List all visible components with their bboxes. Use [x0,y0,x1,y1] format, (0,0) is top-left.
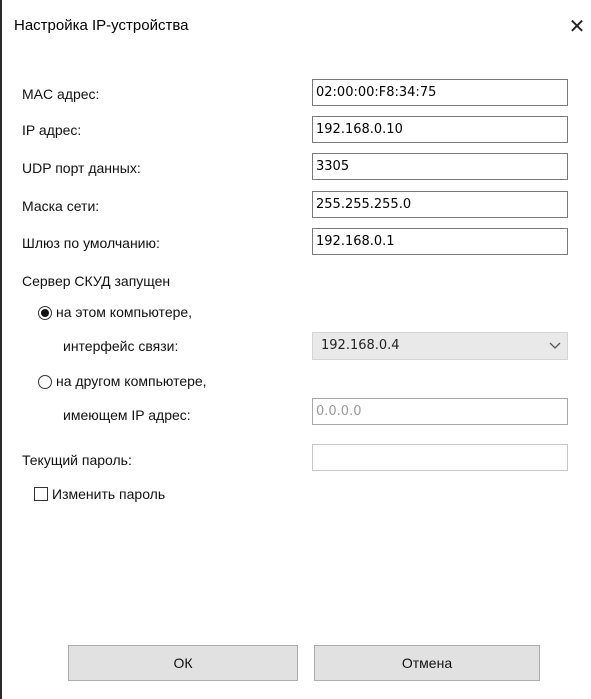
radio-this-computer[interactable] [38,306,52,320]
gateway-label: Шлюз по умолчанию: [22,235,160,251]
cancel-button[interactable]: Отмена [314,645,540,681]
radio-this-computer-label[interactable]: на этом компьютере, [56,304,192,320]
change-password-checkbox[interactable] [34,487,48,501]
udp-port-field[interactable]: 3305 [312,153,568,180]
gateway-field[interactable]: 192.168.0.1 [312,228,568,255]
mac-field[interactable]: 02:00:00:F8:34:75 [312,79,568,106]
dialog-title: Настройка IP-устройства [14,17,189,34]
netmask-field[interactable]: 255.255.255.0 [312,191,568,218]
interface-select-value: 192.168.0.4 [321,338,400,353]
netmask-label: Маска сети: [22,198,100,214]
window-left-border [0,0,2,699]
mac-label: MAC адрес: [22,86,100,102]
current-password-label: Текущий пароль: [22,452,132,468]
change-password-label[interactable]: Изменить пароль [52,486,165,502]
server-heading: Сервер СКУД запущен [22,273,171,289]
radio-selected-dot [41,309,49,317]
interface-label: интерфейс связи: [63,338,179,354]
udp-port-label: UDP порт данных: [22,160,141,176]
chevron-down-icon [549,342,561,349]
other-ip-label: имеющем IP адрес: [63,407,191,423]
interface-select[interactable]: 192.168.0.4 [312,332,568,360]
current-password-field[interactable] [312,444,568,471]
ip-field[interactable]: 192.168.0.10 [312,116,568,143]
ip-device-settings-dialog: Настройка IP-устройства ✕ MAC адрес: 02:… [0,0,591,699]
close-icon[interactable]: ✕ [566,16,588,38]
radio-other-computer-label[interactable]: на другом компьютере, [56,373,207,389]
ok-button[interactable]: ОК [68,645,298,681]
radio-other-computer[interactable] [38,375,52,389]
ip-label: IP адрес: [22,122,82,138]
other-ip-field[interactable]: 0.0.0.0 [312,398,568,425]
